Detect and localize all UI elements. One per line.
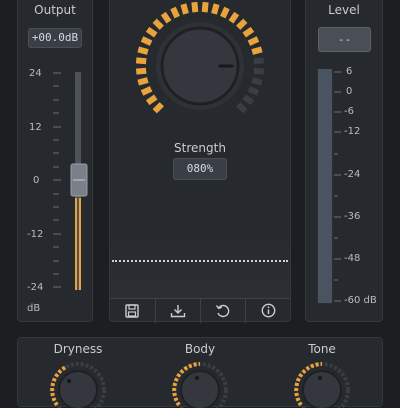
body-knob[interactable]	[170, 360, 230, 408]
strength-ring-segment	[137, 46, 149, 55]
strength-ring-segment	[180, 3, 189, 15]
strength-ring-segment	[152, 102, 164, 114]
strength-ring-segment	[201, 1, 209, 13]
level-title: Level	[328, 3, 360, 17]
dryness-knob-indicator	[67, 379, 71, 383]
body-label: Body	[184, 342, 216, 356]
level-meter	[317, 68, 333, 304]
strength-ring-segment	[140, 36, 153, 46]
output-fader-ticks	[53, 72, 61, 288]
waveform-line	[112, 260, 288, 262]
strength-ring-segment	[236, 102, 248, 114]
strength-ring-segment	[135, 67, 147, 75]
output-scale-neg24: -24	[27, 282, 44, 293]
strength-ring-segment	[191, 1, 199, 13]
strength-ring-segment	[247, 86, 260, 96]
info-button[interactable]	[245, 298, 290, 323]
level-scale-neg6: -6	[344, 106, 354, 117]
level-scale-neg60: -60 dB	[344, 295, 377, 306]
tone-knob-indicator	[318, 376, 322, 380]
strength-ring-segment	[160, 11, 172, 24]
download-button[interactable]	[155, 298, 200, 323]
strength-ring-segment	[135, 57, 147, 65]
strength-ring-segment	[152, 18, 164, 30]
output-scale-12: 12	[29, 122, 42, 133]
reset-button[interactable]	[200, 298, 245, 323]
strength-ring-segment	[251, 46, 263, 55]
strength-ring-segment	[220, 6, 230, 19]
output-readout[interactable]: +00.0dB	[28, 28, 82, 48]
strength-ring-segment	[253, 57, 265, 65]
strength-ring-segment	[145, 26, 158, 38]
level-readout: --	[318, 27, 371, 52]
strength-ring-segment	[170, 6, 180, 19]
strength-ring-segment	[247, 36, 260, 46]
output-fader-track[interactable]	[50, 68, 90, 294]
strength-ring-segment	[242, 94, 255, 106]
strength-ring-segment	[145, 94, 158, 106]
strength-ring-segment	[228, 11, 240, 24]
level-scale-0: 0	[346, 86, 353, 97]
tone-label: Tone	[308, 342, 336, 356]
output-scale-neg12: -12	[27, 229, 44, 240]
body-knob-indicator	[195, 376, 199, 380]
level-scale-neg24: -24	[344, 169, 361, 180]
dryness-label: Dryness	[53, 342, 103, 356]
strength-readout[interactable]: 080%	[173, 158, 227, 180]
strength-label: Strength	[174, 141, 226, 155]
tone-knob[interactable]	[292, 360, 352, 408]
strength-ring-segment	[251, 77, 263, 86]
strength-ring-segment	[253, 67, 265, 75]
strength-ring-segment	[242, 26, 255, 38]
output-title: Output	[34, 3, 76, 17]
save-button[interactable]	[110, 298, 154, 323]
save-icon	[125, 303, 139, 318]
level-scale-neg12: -12	[344, 126, 361, 137]
reset-icon	[215, 304, 230, 317]
output-scale-24: 24	[29, 68, 42, 79]
level-scale-neg36: -36	[344, 211, 361, 222]
waveform-display	[110, 224, 290, 298]
output-scale-0: 0	[33, 175, 40, 186]
level-scale-neg48: -48	[344, 253, 361, 264]
strength-ring-segment	[137, 77, 149, 86]
strength-ring-segment	[211, 3, 220, 15]
strength-knob[interactable]	[134, 0, 266, 132]
level-meter-ticks	[334, 71, 341, 302]
strength-ring-segment	[236, 18, 248, 30]
dryness-knob[interactable]	[48, 360, 108, 408]
strength-ring-segment	[140, 86, 153, 96]
level-scale-6: 6	[346, 66, 353, 77]
info-icon	[261, 303, 275, 318]
download-icon	[170, 304, 186, 317]
output-unit: dB	[27, 303, 41, 314]
